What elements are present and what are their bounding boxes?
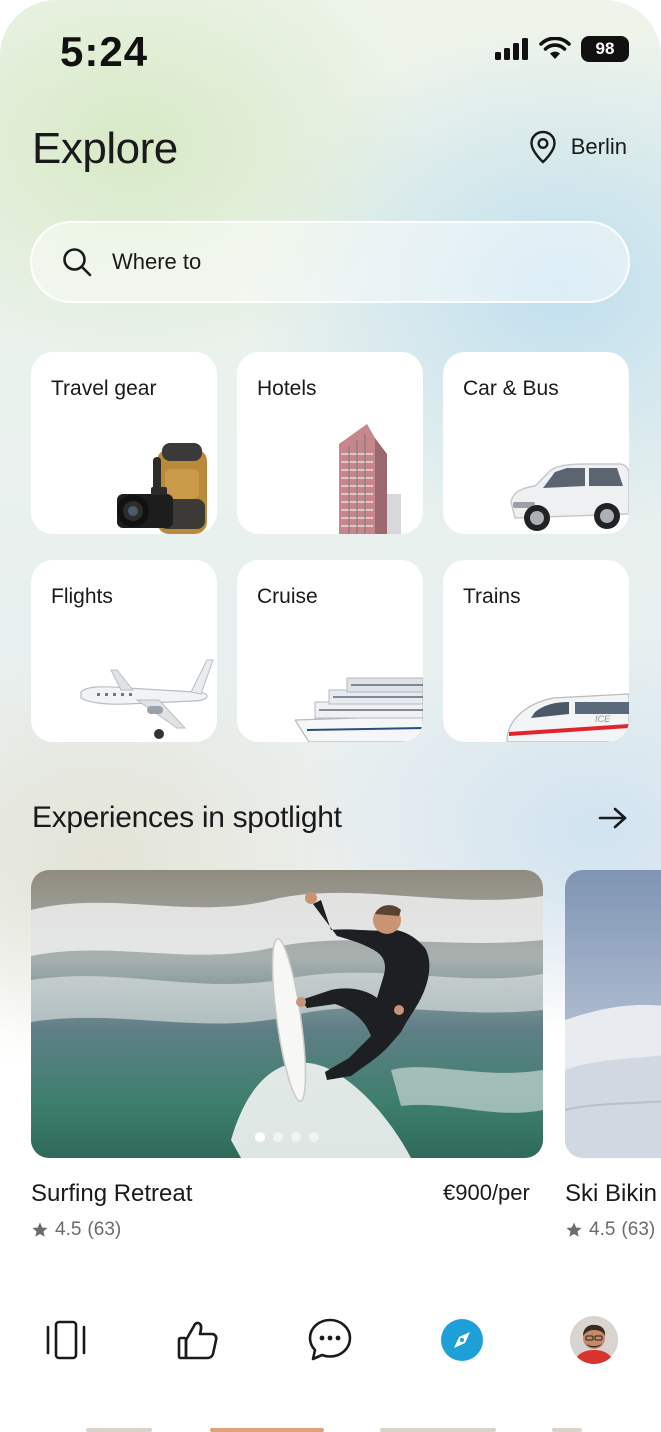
tab-profile[interactable] (570, 1316, 618, 1364)
status-icons: 98 (495, 36, 629, 62)
rating-count: (63) (621, 1219, 656, 1240)
location-pin-icon (530, 130, 556, 164)
category-label: Cruise (257, 585, 318, 608)
hotel-building-image (339, 424, 401, 534)
category-hotels[interactable]: Hotels (237, 352, 423, 534)
carousel-dot[interactable] (255, 1132, 265, 1142)
category-label: Travel gear (51, 377, 157, 400)
ice-train-image: ICE (506, 693, 629, 742)
suv-car-image (510, 463, 629, 531)
category-grid: Travel gear Hotels Car & Bus Flights Cru… (31, 352, 629, 742)
see-all-button[interactable] (595, 800, 631, 836)
experience-price: €900/per (443, 1180, 530, 1205)
category-cruise[interactable]: Cruise (237, 560, 423, 742)
airplane-image (80, 659, 214, 739)
category-travel-gear[interactable]: Travel gear (31, 352, 217, 534)
rating-value: 4.5 (589, 1219, 616, 1240)
experience-name[interactable]: Ski Bikin (565, 1180, 657, 1208)
arrow-right-icon (598, 807, 627, 829)
svg-text:ICE: ICE (595, 714, 611, 724)
backpack-camera-image (117, 443, 207, 534)
star-icon (566, 1222, 582, 1237)
tab-bar (0, 1300, 661, 1380)
page-title: Explore (32, 124, 178, 173)
chat-icon (308, 1318, 352, 1361)
section-title: Experiences in spotlight (32, 801, 342, 834)
avatar-image (570, 1316, 618, 1364)
tab-explore[interactable] (438, 1316, 486, 1364)
wifi-icon (539, 37, 571, 59)
category-trains[interactable]: Trains ICE (443, 560, 629, 742)
category-label: Flights (51, 585, 113, 608)
carousel-dot[interactable] (309, 1132, 319, 1142)
category-flights[interactable]: Flights (31, 560, 217, 742)
explore-screen: 5:24 98 Explore Berlin Where to Travel g… (0, 0, 661, 1432)
category-label: Trains (463, 585, 521, 608)
profile-avatar (570, 1316, 618, 1364)
tab-messages[interactable] (306, 1316, 354, 1364)
search-icon (63, 248, 92, 277)
content-peek (552, 1428, 582, 1432)
location-label: Berlin (570, 134, 627, 159)
cards-icon (46, 1320, 86, 1360)
tab-likes[interactable] (174, 1316, 222, 1364)
carousel-dot[interactable] (291, 1132, 301, 1142)
experience-card-image[interactable] (31, 870, 543, 1158)
content-peek (380, 1428, 496, 1432)
experience-rating: 4.5 (63) (31, 1219, 121, 1241)
rating-value: 4.5 (55, 1219, 82, 1240)
star-icon (32, 1222, 48, 1237)
experience-card-image[interactable] (565, 870, 661, 1158)
cellular-signal-icon (495, 38, 528, 60)
surfing-photo (31, 870, 543, 1158)
carousel-dots (31, 1132, 543, 1142)
tab-cards[interactable] (42, 1316, 90, 1364)
rating-count: (63) (87, 1219, 122, 1240)
compass-icon (441, 1319, 483, 1361)
category-label: Hotels (257, 377, 317, 400)
search-bar[interactable] (30, 221, 630, 303)
cruise-ship-image (295, 677, 423, 742)
content-peek (210, 1428, 324, 1432)
experience-name[interactable]: Surfing Retreat (31, 1180, 192, 1208)
desert-photo (565, 870, 661, 1158)
category-label: Car & Bus (463, 377, 559, 400)
content-peek (86, 1428, 152, 1432)
status-time: 5:24 (60, 28, 149, 75)
category-car-bus[interactable]: Car & Bus (443, 352, 629, 534)
battery-indicator: 98 (581, 36, 629, 62)
thumbs-up-icon (177, 1321, 218, 1360)
carousel-dot[interactable] (273, 1132, 283, 1142)
location-selector[interactable]: Berlin (529, 130, 627, 164)
experience-rating: 4.5 (63) (565, 1219, 655, 1241)
search-input[interactable] (112, 249, 552, 275)
